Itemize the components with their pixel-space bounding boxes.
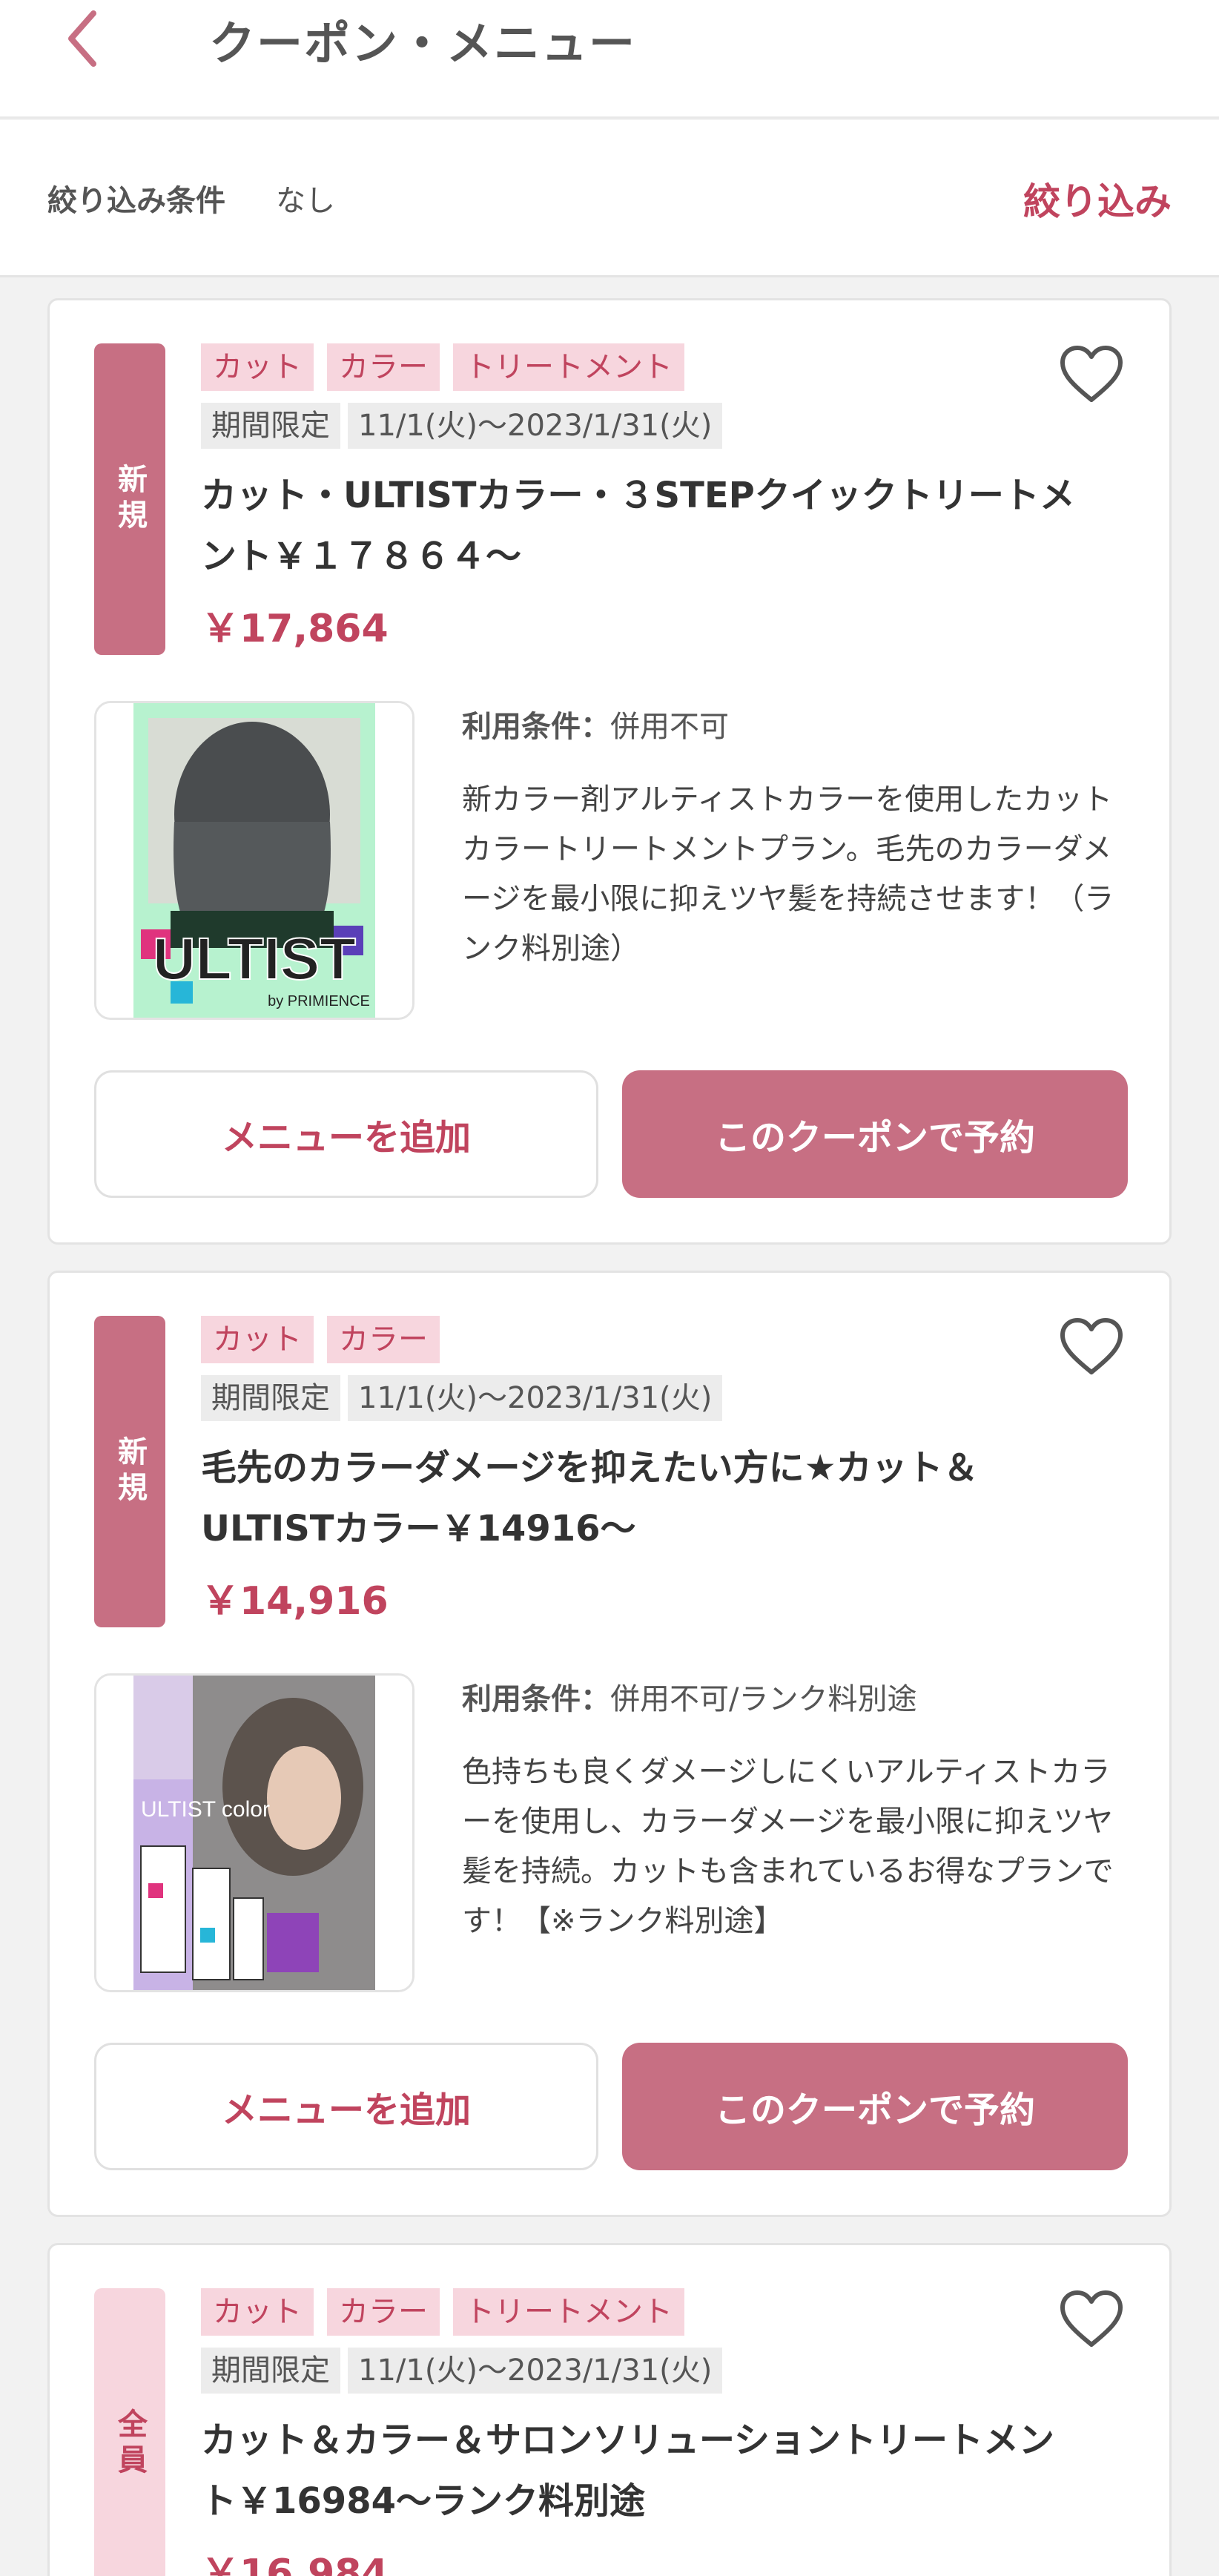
heart-outline-icon [1060, 2290, 1123, 2347]
coupon-tags: カット カラー [201, 1316, 440, 1363]
chevron-left-icon [68, 10, 96, 67]
coupon-badge: 新規 [94, 343, 165, 655]
brand-subtext: by PRIMIENCE [268, 993, 370, 1009]
coupon-title[interactable]: 毛先のカラーダメージを抑えたい方に★カット＆ULTISTカラー￥14916〜 [201, 1437, 1076, 1559]
book-coupon-button[interactable]: このクーポンで予約 [622, 2043, 1128, 2170]
usage-condition: 利用条件：併用不可 [462, 702, 729, 745]
tag: カット [201, 2288, 314, 2336]
coupon-card: 全員 カット カラー トリートメント 期間限定 11/1(火)〜2023/1/3… [47, 2243, 1172, 2576]
tag: トリートメント [453, 343, 684, 391]
tag: カット [201, 1316, 314, 1363]
condition-label: 利用条件： [462, 710, 610, 744]
tag: カラー [327, 2288, 440, 2336]
coupon-image: ULTIST color [94, 1673, 414, 1992]
coupon-badge: 新規 [94, 1316, 165, 1627]
coupon-card: 新規 カット カラー 期間限定 11/1(火)〜2023/1/31(火) 毛先の… [47, 1271, 1172, 2217]
tag: カット [201, 343, 314, 391]
tag: トリートメント [453, 2288, 684, 2336]
period-dates: 11/1(火)〜2023/1/31(火) [348, 2348, 723, 2394]
coupon-title[interactable]: カット＆カラー＆サロンソリューショントリートメント￥16984〜ランク料別途 [201, 2410, 1076, 2531]
condition-label: 利用条件： [462, 1682, 610, 1716]
coupon-price: ￥17,864 [201, 607, 389, 651]
period-label: 期間限定 [201, 403, 340, 449]
coupon-description: 色持ちも良くダメージしにくいアルティストカラーを使用し、カラーダメージを最小限に… [462, 1755, 1114, 1938]
favorite-button[interactable] [1058, 2288, 1125, 2351]
coupon-badge: 全員 [94, 2288, 165, 2576]
back-button[interactable] [58, 7, 110, 67]
favorite-button[interactable] [1058, 343, 1125, 406]
usage-condition: 利用条件：併用不可/ランク料別途 [462, 1675, 916, 1718]
coupon-period: 期間限定 11/1(火)〜2023/1/31(火) [201, 1375, 723, 1421]
coupon-tags: カット カラー トリートメント [201, 2288, 684, 2336]
coupon-price: ￥16,984 [201, 2552, 389, 2576]
heart-outline-icon [1060, 1318, 1123, 1374]
condition-value: 併用不可 [610, 710, 729, 744]
coupon-card: 新規 カット カラー トリートメント 期間限定 11/1(火)〜2023/1/3… [47, 298, 1172, 1245]
coupon-period: 期間限定 11/1(火)〜2023/1/31(火) [201, 403, 723, 449]
app-header: クーポン・メニュー [0, 0, 1219, 119]
coupon-title[interactable]: カット・ULTISTカラー・３STEPクイックトリートメント￥１７８６４〜 [201, 465, 1076, 587]
tag: カラー [327, 343, 440, 391]
filter-bar: 絞り込み条件 なし 絞り込み [0, 120, 1219, 277]
heart-outline-icon [1060, 346, 1123, 402]
coupon-description: 新カラー剤アルティストカラーを使用したカットカラートリートメントプラン。毛先のカ… [462, 783, 1114, 966]
filter-label: 絞り込み条件 [47, 184, 225, 218]
coupon-price: ￥14,916 [201, 1579, 389, 1624]
ultist-logo-text: ULTIST [153, 926, 356, 992]
add-menu-button[interactable]: メニューを追加 [94, 2043, 598, 2170]
coupon-image: ULTIST by PRIMIENCE [94, 701, 414, 1020]
book-coupon-button[interactable]: このクーポンで予約 [622, 1070, 1128, 1198]
period-label: 期間限定 [201, 1375, 340, 1421]
tag: カラー [327, 1316, 440, 1363]
coupon-period: 期間限定 11/1(火)〜2023/1/31(火) [201, 2348, 723, 2394]
ultist-color-text: ULTIST color [141, 1797, 270, 1822]
page-title: クーポン・メニュー [209, 16, 637, 70]
period-label: 期間限定 [201, 2348, 340, 2394]
period-dates: 11/1(火)〜2023/1/31(火) [348, 1375, 723, 1421]
period-dates: 11/1(火)〜2023/1/31(火) [348, 403, 723, 449]
condition-value: 併用不可/ランク料別途 [610, 1682, 917, 1716]
favorite-button[interactable] [1058, 1316, 1125, 1378]
coupon-tags: カット カラー トリートメント [201, 343, 684, 391]
filter-button[interactable]: 絞り込み [1023, 172, 1172, 225]
filter-value: なし [276, 184, 335, 218]
add-menu-button[interactable]: メニューを追加 [94, 1070, 598, 1198]
